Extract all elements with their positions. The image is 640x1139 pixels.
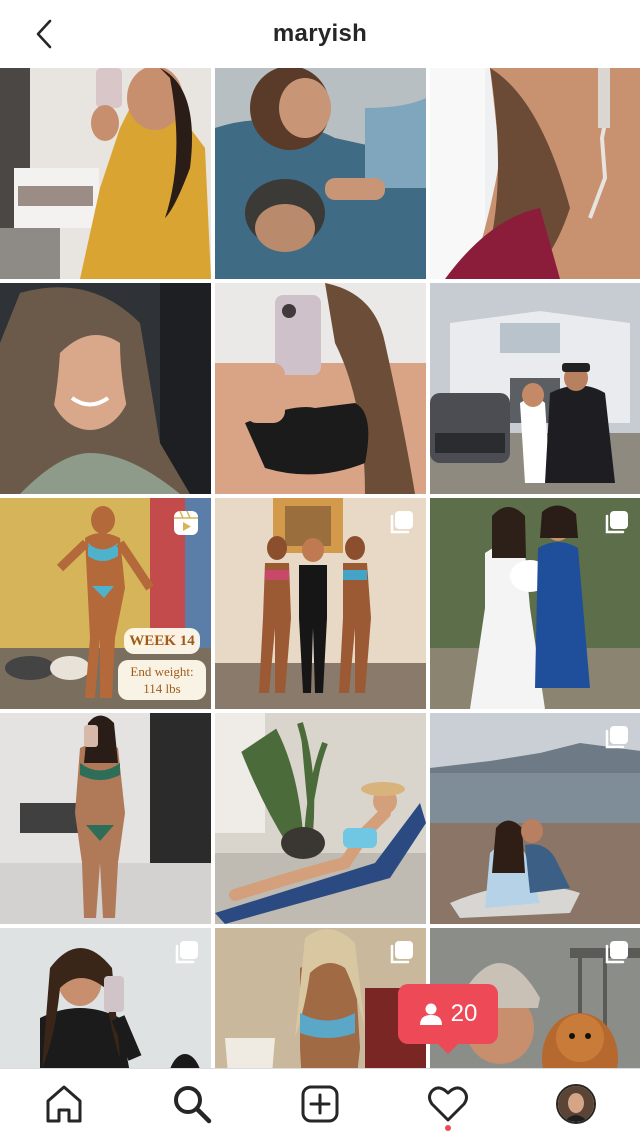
post-grid: WEEK 14 End weight: 114 lbs: [0, 68, 640, 1068]
nav-profile[interactable]: [548, 1079, 604, 1129]
post-thumbnail-earring-closeup[interactable]: [430, 68, 640, 279]
person-icon: [419, 1003, 442, 1025]
post-image: [430, 283, 640, 494]
post-image: [215, 68, 426, 279]
post-thumbnail-bikini-competition-progress[interactable]: WEEK 14 End weight: 114 lbs: [0, 498, 211, 709]
add-post-icon: [301, 1085, 339, 1123]
post-thumbnail-bikini-mirror-selfie[interactable]: [0, 713, 211, 924]
nav-new-post[interactable]: [292, 1079, 348, 1129]
post-image: [430, 68, 640, 279]
post-image: [0, 68, 211, 279]
post-thumbnail-bride-with-mother[interactable]: [430, 498, 640, 709]
post-thumbnail-car-selfie[interactable]: [0, 283, 211, 494]
post-thumbnail-mirror-selfie-yellow-dress[interactable]: [0, 68, 211, 279]
heart-icon: [428, 1086, 468, 1122]
profile-avatar: [556, 1084, 596, 1124]
post-thumbnail-couple-lying-on-rug[interactable]: [215, 68, 426, 279]
post-thumbnail-beach-couple-kiss[interactable]: [430, 713, 640, 924]
post-image: [0, 713, 211, 924]
top-bar: maryish: [0, 0, 640, 68]
post-caption-week: WEEK 14: [124, 628, 200, 654]
post-caption-weight: End weight: 114 lbs: [118, 660, 206, 700]
nav-search[interactable]: [164, 1079, 220, 1129]
carousel-icon: [605, 941, 628, 964]
profile-username[interactable]: maryish: [0, 0, 640, 68]
post-caption-weight-label: End weight:: [130, 664, 194, 679]
post-thumbnail-couple-new-house[interactable]: [430, 283, 640, 494]
search-icon: [174, 1086, 212, 1124]
carousel-icon: [390, 511, 413, 534]
carousel-icon: [175, 941, 198, 964]
post-image: [0, 283, 211, 494]
post-thumbnail-three-competitors[interactable]: [215, 498, 426, 709]
post-caption-weight-value: 114 lbs: [143, 681, 181, 696]
notification-count: 20: [450, 1000, 478, 1027]
home-icon: [46, 1085, 82, 1123]
activity-indicator-dot: [445, 1125, 451, 1131]
post-thumbnail-blue-bikini-stage[interactable]: [215, 928, 426, 1068]
post-image: [215, 283, 426, 494]
post-thumbnail-mirror-selfie-jacket[interactable]: [0, 928, 211, 1068]
video-reel-icon: [174, 510, 198, 535]
post-thumbnail-mirror-selfie-black-top[interactable]: [215, 283, 426, 494]
nav-activity[interactable]: [420, 1079, 476, 1129]
bottom-navigation: [0, 1068, 640, 1139]
post-image: [215, 713, 426, 924]
carousel-icon: [605, 511, 628, 534]
new-followers-notification[interactable]: 20: [398, 984, 498, 1054]
post-thumbnail-lounge-chair-pool[interactable]: [215, 713, 426, 924]
nav-home[interactable]: [36, 1079, 92, 1129]
carousel-icon: [605, 726, 628, 749]
carousel-icon: [390, 941, 413, 964]
